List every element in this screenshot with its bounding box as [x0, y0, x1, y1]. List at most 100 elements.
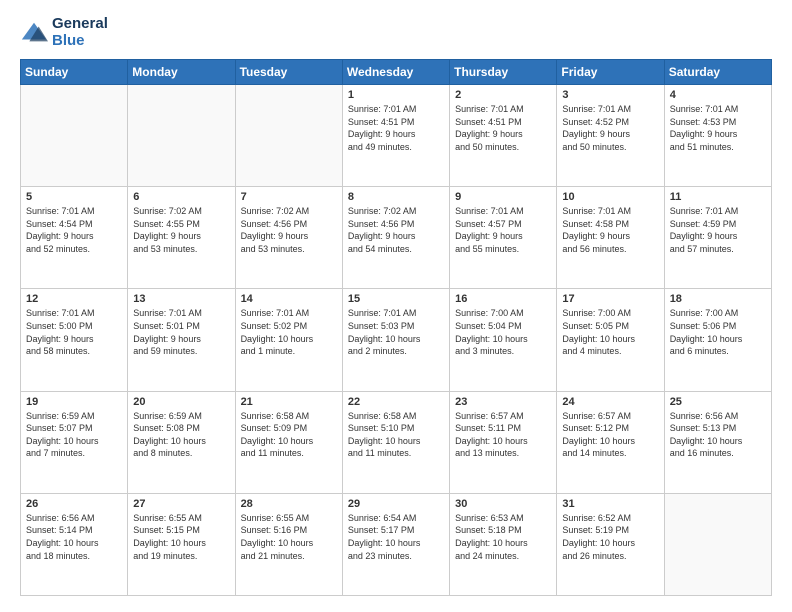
cell-info: Sunrise: 7:01 AMSunset: 4:53 PMDaylight:… — [670, 103, 766, 153]
day-number: 19 — [26, 396, 122, 408]
day-number: 30 — [455, 498, 551, 510]
day-number: 28 — [241, 498, 337, 510]
cell-info: Sunrise: 7:01 AMSunset: 4:58 PMDaylight:… — [562, 205, 658, 255]
header: General Blue — [20, 16, 772, 49]
day-number: 3 — [562, 89, 658, 101]
cell-info: Sunrise: 7:00 AMSunset: 5:06 PMDaylight:… — [670, 307, 766, 357]
day-number: 25 — [670, 396, 766, 408]
weekday-header-cell: Tuesday — [235, 60, 342, 85]
calendar-cell: 5 Sunrise: 7:01 AMSunset: 4:54 PMDaylight… — [21, 187, 128, 289]
calendar-cell: 9 Sunrise: 7:01 AMSunset: 4:57 PMDaylight… — [450, 187, 557, 289]
calendar-cell: 8 Sunrise: 7:02 AMSunset: 4:56 PMDaylight… — [342, 187, 449, 289]
cell-info: Sunrise: 6:58 AMSunset: 5:09 PMDaylight:… — [241, 410, 337, 460]
calendar-cell: 22 Sunrise: 6:58 AMSunset: 5:10 PMDayligh… — [342, 391, 449, 493]
calendar-cell: 4 Sunrise: 7:01 AMSunset: 4:53 PMDaylight… — [664, 85, 771, 187]
day-number: 11 — [670, 191, 766, 203]
weekday-header-cell: Saturday — [664, 60, 771, 85]
logo-icon — [20, 19, 48, 47]
calendar-cell: 10 Sunrise: 7:01 AMSunset: 4:58 PMDayligh… — [557, 187, 664, 289]
page: General Blue SundayMondayTuesdayWednesda… — [0, 0, 792, 612]
cell-info: Sunrise: 7:01 AMSunset: 5:00 PMDaylight:… — [26, 307, 122, 357]
cell-info: Sunrise: 7:00 AMSunset: 5:05 PMDaylight:… — [562, 307, 658, 357]
day-number: 22 — [348, 396, 444, 408]
cell-info: Sunrise: 7:01 AMSunset: 5:03 PMDaylight:… — [348, 307, 444, 357]
calendar-cell: 24Sunrise: 6:57 AMSunset: 5:12 PMDayligh… — [557, 391, 664, 493]
day-number: 29 — [348, 498, 444, 510]
calendar-cell: 18 Sunrise: 7:00 AMSunset: 5:06 PMDayligh… — [664, 289, 771, 391]
calendar-cell: 30 Sunrise: 6:53 AMSunset: 5:18 PMDayligh… — [450, 493, 557, 595]
calendar-cell: 13 Sunrise: 7:01 AMSunset: 5:01 PMDayligh… — [128, 289, 235, 391]
calendar-cell: 26 Sunrise: 6:56 AMSunset: 5:14 PMDayligh… — [21, 493, 128, 595]
calendar-cell: 17 Sunrise: 7:00 AMSunset: 5:05 PMDayligh… — [557, 289, 664, 391]
cell-info: Sunrise: 6:57 AMSunset: 5:11 PMDaylight:… — [455, 410, 551, 460]
cell-info: Sunrise: 6:54 AMSunset: 5:17 PMDaylight:… — [348, 512, 444, 562]
cell-info: Sunrise: 7:01 AMSunset: 4:54 PMDaylight:… — [26, 205, 122, 255]
calendar-cell: 11 Sunrise: 7:01 AMSunset: 4:59 PMDayligh… — [664, 187, 771, 289]
day-number: 6 — [133, 191, 229, 203]
weekday-header-cell: Thursday — [450, 60, 557, 85]
cell-info: Sunrise: 6:53 AMSunset: 5:18 PMDaylight:… — [455, 512, 551, 562]
calendar-week-row: 26 Sunrise: 6:56 AMSunset: 5:14 PMDayligh… — [21, 493, 772, 595]
cell-info: Sunrise: 6:56 AMSunset: 5:14 PMDaylight:… — [26, 512, 122, 562]
cell-info: Sunrise: 6:58 AMSunset: 5:10 PMDaylight:… — [348, 410, 444, 460]
calendar-cell: 21Sunrise: 6:58 AMSunset: 5:09 PMDayligh… — [235, 391, 342, 493]
cell-info: Sunrise: 6:59 AMSunset: 5:07 PMDaylight:… — [26, 410, 122, 460]
day-number: 17 — [562, 293, 658, 305]
day-number: 26 — [26, 498, 122, 510]
logo-text: General Blue — [52, 16, 108, 49]
day-number: 8 — [348, 191, 444, 203]
weekday-header-cell: Wednesday — [342, 60, 449, 85]
calendar-week-row: 19 Sunrise: 6:59 AMSunset: 5:07 PMDayligh… — [21, 391, 772, 493]
calendar-cell: 2Sunrise: 7:01 AMSunset: 4:51 PMDaylight… — [450, 85, 557, 187]
calendar-week-row: 12 Sunrise: 7:01 AMSunset: 5:00 PMDayligh… — [21, 289, 772, 391]
day-number: 10 — [562, 191, 658, 203]
day-number: 14 — [241, 293, 337, 305]
calendar-cell: 20Sunrise: 6:59 AMSunset: 5:08 PMDayligh… — [128, 391, 235, 493]
calendar-cell: 14Sunrise: 7:01 AMSunset: 5:02 PMDayligh… — [235, 289, 342, 391]
calendar-cell: 23 Sunrise: 6:57 AMSunset: 5:11 PMDayligh… — [450, 391, 557, 493]
cell-info: Sunrise: 7:02 AMSunset: 4:55 PMDaylight:… — [133, 205, 229, 255]
calendar-cell: 31 Sunrise: 6:52 AMSunset: 5:19 PMDayligh… — [557, 493, 664, 595]
cell-info: Sunrise: 6:52 AMSunset: 5:19 PMDaylight:… — [562, 512, 658, 562]
day-number: 27 — [133, 498, 229, 510]
day-number: 5 — [26, 191, 122, 203]
calendar-table: SundayMondayTuesdayWednesdayThursdayFrid… — [20, 59, 772, 596]
cell-info: Sunrise: 7:01 AMSunset: 5:01 PMDaylight:… — [133, 307, 229, 357]
day-number: 20 — [133, 396, 229, 408]
calendar-cell — [664, 493, 771, 595]
day-number: 9 — [455, 191, 551, 203]
calendar-cell: 29 Sunrise: 6:54 AMSunset: 5:17 PMDayligh… — [342, 493, 449, 595]
calendar-cell: 7Sunrise: 7:02 AMSunset: 4:56 PMDaylight… — [235, 187, 342, 289]
calendar-cell: 16Sunrise: 7:00 AMSunset: 5:04 PMDayligh… — [450, 289, 557, 391]
cell-info: Sunrise: 7:01 AMSunset: 4:57 PMDaylight:… — [455, 205, 551, 255]
calendar-week-row: 5 Sunrise: 7:01 AMSunset: 4:54 PMDaylight… — [21, 187, 772, 289]
cell-info: Sunrise: 6:55 AMSunset: 5:16 PMDaylight:… — [241, 512, 337, 562]
cell-info: Sunrise: 7:01 AMSunset: 4:51 PMDaylight:… — [348, 103, 444, 153]
day-number: 4 — [670, 89, 766, 101]
cell-info: Sunrise: 7:01 AMSunset: 4:52 PMDaylight:… — [562, 103, 658, 153]
cell-info: Sunrise: 7:00 AMSunset: 5:04 PMDaylight:… — [455, 307, 551, 357]
calendar-week-row: 1 Sunrise: 7:01 AMSunset: 4:51 PMDaylight… — [21, 85, 772, 187]
weekday-header-cell: Friday — [557, 60, 664, 85]
calendar-cell: 1 Sunrise: 7:01 AMSunset: 4:51 PMDaylight… — [342, 85, 449, 187]
cell-info: Sunrise: 7:01 AMSunset: 4:51 PMDaylight:… — [455, 103, 551, 153]
day-number: 31 — [562, 498, 658, 510]
day-number: 13 — [133, 293, 229, 305]
cell-info: Sunrise: 7:02 AMSunset: 4:56 PMDaylight:… — [241, 205, 337, 255]
cell-info: Sunrise: 6:56 AMSunset: 5:13 PMDaylight:… — [670, 410, 766, 460]
weekday-header-cell: Monday — [128, 60, 235, 85]
calendar-cell: 19 Sunrise: 6:59 AMSunset: 5:07 PMDayligh… — [21, 391, 128, 493]
cell-info: Sunrise: 6:55 AMSunset: 5:15 PMDaylight:… — [133, 512, 229, 562]
logo: General Blue — [20, 16, 108, 49]
cell-info: Sunrise: 7:02 AMSunset: 4:56 PMDaylight:… — [348, 205, 444, 255]
day-number: 23 — [455, 396, 551, 408]
calendar-cell: 6 Sunrise: 7:02 AMSunset: 4:55 PMDaylight… — [128, 187, 235, 289]
weekday-header-row: SundayMondayTuesdayWednesdayThursdayFrid… — [21, 60, 772, 85]
day-number: 1 — [348, 89, 444, 101]
calendar-cell — [21, 85, 128, 187]
calendar-cell: 3 Sunrise: 7:01 AMSunset: 4:52 PMDaylight… — [557, 85, 664, 187]
calendar-cell: 25 Sunrise: 6:56 AMSunset: 5:13 PMDayligh… — [664, 391, 771, 493]
day-number: 12 — [26, 293, 122, 305]
day-number: 18 — [670, 293, 766, 305]
cell-info: Sunrise: 7:01 AMSunset: 4:59 PMDaylight:… — [670, 205, 766, 255]
